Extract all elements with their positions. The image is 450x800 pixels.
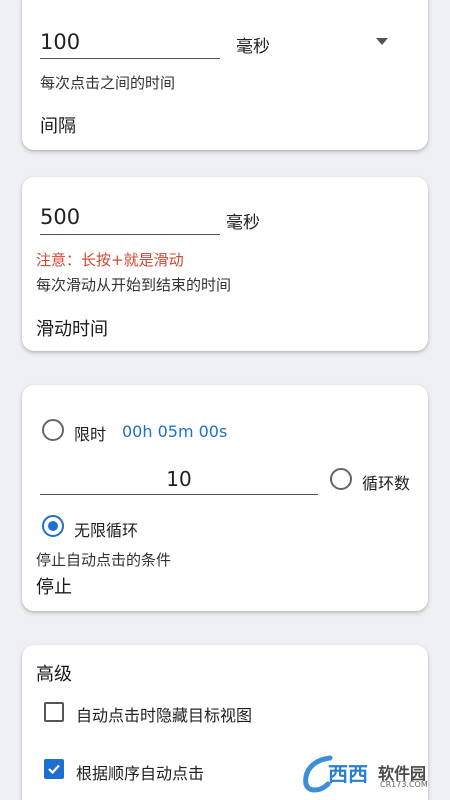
- swipe-warning: 注意：长按+就是滑动: [36, 251, 184, 269]
- swipe-hint: 每次滑动从开始到结束的时间: [36, 276, 232, 294]
- stop-title: 停止: [36, 577, 72, 598]
- swipe-time-input[interactable]: 500: [40, 205, 80, 229]
- swipe-time-input-underline: [40, 234, 220, 235]
- time-limit-value[interactable]: 00h 05m 00s: [122, 422, 227, 441]
- stop-hint: 停止自动点击的条件: [36, 551, 172, 569]
- infinite-loop-radio[interactable]: [42, 515, 64, 537]
- interval-title: 间隔: [40, 116, 76, 137]
- sequential-click-checkbox[interactable]: [44, 759, 64, 779]
- infinite-loop-label: 无限循环: [74, 521, 139, 540]
- interval-input[interactable]: 100: [40, 30, 80, 54]
- loop-count-input[interactable]: 10: [40, 467, 318, 491]
- loop-count-label: 循环数: [362, 474, 411, 493]
- watermark-brand: 西西: [328, 762, 368, 786]
- sequential-click-label: 根据顺序自动点击: [76, 764, 205, 783]
- watermark-logo: 西西 软件园 CR173.COM: [300, 752, 440, 796]
- interval-input-underline: [40, 58, 220, 59]
- stop-condition-card: 限时 00h 05m 00s 10 循环数 无限循环 停止自动点击的条件 停止: [22, 385, 428, 611]
- advanced-title: 高级: [36, 664, 72, 685]
- hide-target-view-label: 自动点击时隐藏目标视图: [76, 706, 253, 725]
- watermark-site: CR173.COM: [380, 780, 428, 789]
- time-limit-radio[interactable]: [42, 419, 64, 441]
- loop-count-underline: [40, 494, 318, 495]
- dropdown-arrow-icon[interactable]: [376, 38, 388, 46]
- loop-count-radio[interactable]: [330, 468, 352, 490]
- checkmark-icon: [48, 764, 60, 775]
- interval-card: 100 毫秒 每次点击之间的时间 间隔: [22, 0, 428, 150]
- swipe-time-unit: 毫秒: [226, 213, 260, 233]
- swipe-time-card: 500 毫秒 注意：长按+就是滑动 每次滑动从开始到结束的时间 滑动时间: [22, 177, 428, 351]
- hide-target-view-checkbox[interactable]: [44, 702, 64, 722]
- interval-hint: 每次点击之间的时间: [40, 74, 176, 92]
- time-limit-label: 限时: [74, 425, 107, 444]
- swipe-title: 滑动时间: [36, 319, 108, 340]
- interval-unit-select[interactable]: 毫秒: [236, 32, 270, 57]
